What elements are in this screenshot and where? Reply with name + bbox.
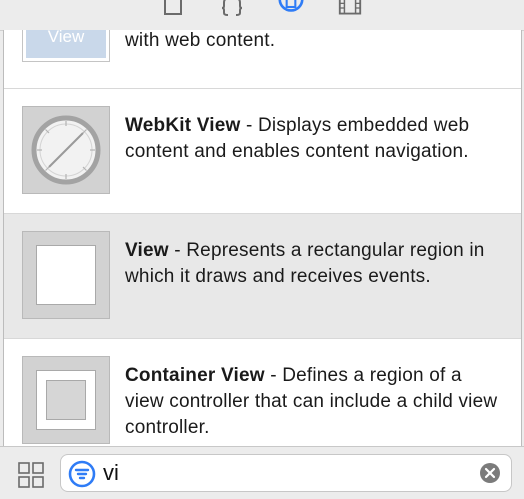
inspector-tab-bar [0,0,524,31]
library-item-description: with web content. [125,30,276,51]
web-view-thumb-label: View [47,30,85,46]
web-view-thumbnail: View [22,30,110,62]
grid-view-icon[interactable] [18,462,44,488]
library-item-description: Container View - Defines a region of a v… [125,365,498,438]
library-item-webkit-view[interactable]: WebKit View - Displays embedded web cont… [4,89,521,214]
file-inspector-icon[interactable] [160,0,186,16]
filter-input[interactable] [103,459,473,487]
library-item-container-view[interactable]: Container View - Defines a region of a v… [4,339,521,446]
filter-icon[interactable] [68,460,96,488]
library-item-view[interactable]: View - Represents a rectangular region i… [4,214,521,339]
compass-icon [31,115,101,185]
object-library-list[interactable]: View with web content. WebKit View - Dis… [3,30,522,446]
library-filter-bar [0,446,524,499]
container-view-thumbnail [22,356,110,444]
view-thumbnail [22,231,110,319]
library-item-description: WebKit View - Displays embedded web cont… [125,115,470,162]
media-library-icon[interactable] [337,0,363,16]
code-braces-icon[interactable] [219,0,245,16]
library-item-web-view[interactable]: View with web content. [4,30,521,89]
object-library-icon[interactable] [278,0,304,16]
filter-field[interactable] [60,454,512,492]
library-item-description: View - Represents a rectangular region i… [125,240,485,287]
clear-search-icon[interactable] [479,462,501,484]
webkit-view-thumbnail [22,106,110,194]
